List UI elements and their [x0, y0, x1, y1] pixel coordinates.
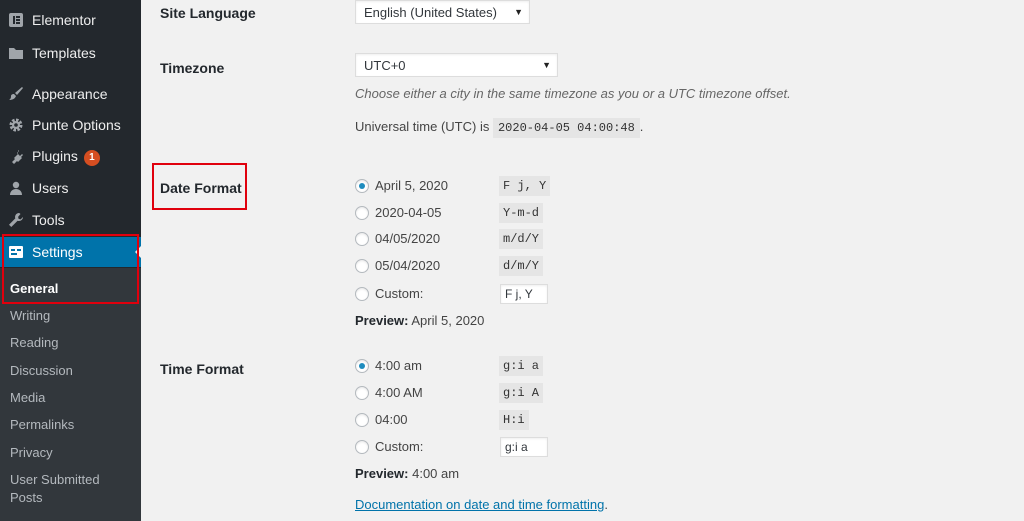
sidebar-item-label: Tools: [32, 212, 65, 228]
time-format-custom-input[interactable]: [500, 437, 548, 457]
date-format-radio-2[interactable]: [355, 206, 369, 220]
time-format-radio-2[interactable]: [355, 386, 369, 400]
time-format-option-label[interactable]: Custom:: [375, 439, 423, 454]
time-format-option-label[interactable]: 4:00 AM: [375, 385, 423, 400]
time-format-code: H:i: [499, 410, 529, 430]
sidebar-item-plugins[interactable]: Plugins 1: [0, 142, 141, 172]
sidebar-item-templates[interactable]: Templates: [0, 38, 141, 68]
date-format-code: d/m/Y: [499, 256, 544, 276]
settings-icon: [8, 244, 24, 260]
active-menu-arrow: [135, 246, 141, 258]
timezone-description: Choose either a city in the same timezon…: [355, 86, 791, 101]
admin-sidebar: Elementor Templates Appearance Punte Opt…: [0, 0, 141, 521]
preview-value: April 5, 2020: [411, 313, 485, 328]
time-format-radio-1[interactable]: [355, 359, 369, 373]
submenu-item-media[interactable]: Media: [10, 390, 45, 405]
submenu-item-general[interactable]: General: [10, 281, 58, 296]
timezone-select[interactable]: UTC+0 ▼: [355, 53, 558, 77]
submenu-item-privacy[interactable]: Privacy: [10, 445, 53, 460]
sidebar-item-label: Users: [32, 180, 69, 196]
date-format-radio-4[interactable]: [355, 259, 369, 273]
sidebar-item-tools[interactable]: Tools: [0, 205, 141, 235]
timezone-label: Timezone: [160, 60, 225, 76]
utc-time-value: 2020-04-05 04:00:48: [492, 118, 640, 138]
submenu-item-discussion[interactable]: Discussion: [10, 363, 73, 378]
user-icon: [8, 180, 24, 196]
update-count-badge: 1: [83, 150, 100, 166]
sidebar-item-label: Elementor: [32, 12, 96, 28]
sidebar-item-label: Punte Options: [32, 117, 121, 133]
timezone-value: UTC+0: [364, 57, 406, 73]
sidebar-item-elementor[interactable]: Elementor: [0, 5, 141, 35]
sidebar-item-appearance[interactable]: Appearance: [0, 79, 141, 109]
date-format-option-label[interactable]: 2020-04-05: [375, 205, 442, 220]
sidebar-item-punte-options[interactable]: Punte Options: [0, 110, 141, 140]
site-language-label: Site Language: [160, 5, 256, 21]
date-format-option-label[interactable]: Custom:: [375, 286, 423, 301]
chevron-down-icon: ▼: [514, 7, 523, 17]
time-format-code: g:i A: [499, 383, 544, 403]
utc-time-prefix: Universal time (UTC) is: [355, 119, 490, 134]
utc-time-suffix: .: [639, 119, 644, 134]
preview-label: Preview:: [355, 466, 409, 481]
submenu-item-reading[interactable]: Reading: [10, 335, 58, 350]
date-format-radio-3[interactable]: [355, 232, 369, 246]
date-format-code: Y-m-d: [499, 203, 544, 223]
sidebar-item-label: Templates: [32, 45, 96, 61]
sidebar-item-users[interactable]: Users: [0, 173, 141, 203]
date-format-code: m/d/Y: [499, 229, 544, 249]
folder-icon: [8, 45, 24, 61]
submenu-item-permalinks[interactable]: Permalinks: [10, 417, 74, 432]
wrench-icon: [8, 212, 24, 228]
chevron-down-icon: ▼: [542, 60, 551, 70]
time-format-preview: Preview: 4:00 am: [355, 466, 459, 481]
date-format-preview: Preview: April 5, 2020: [355, 313, 484, 328]
time-format-code: g:i a: [499, 356, 544, 376]
time-format-label: Time Format: [160, 361, 244, 377]
date-format-radio-custom[interactable]: [355, 287, 369, 301]
submenu-item-writing[interactable]: Writing: [10, 308, 50, 323]
date-format-option-label[interactable]: April 5, 2020: [375, 178, 448, 193]
documentation-link[interactable]: Documentation on date and time formattin…: [355, 497, 604, 512]
elementor-icon: [8, 12, 24, 28]
date-format-radio-1[interactable]: [355, 179, 369, 193]
sidebar-item-settings[interactable]: Settings: [0, 237, 141, 267]
date-format-custom-input[interactable]: [500, 284, 548, 304]
doc-link-suffix: .: [604, 497, 608, 512]
settings-submenu: General Writing Reading Discussion Media…: [0, 268, 141, 521]
doc-link-line: Documentation on date and time formattin…: [355, 497, 608, 512]
sidebar-item-label: Appearance: [32, 86, 108, 102]
time-format-option-label[interactable]: 4:00 am: [375, 358, 422, 373]
date-format-code: F j, Y: [499, 176, 551, 196]
plug-icon: [8, 149, 24, 165]
sidebar-item-label: Plugins: [32, 148, 78, 164]
utc-time-readout: Universal time (UTC) is 2020-04-05 04:00…: [355, 118, 644, 138]
submenu-item-posts[interactable]: Posts: [10, 490, 43, 505]
site-language-value: English (United States): [364, 4, 497, 20]
preview-value: 4:00 am: [412, 466, 460, 481]
preview-label: Preview:: [355, 313, 409, 328]
site-language-select[interactable]: English (United States) ▼: [355, 0, 530, 24]
time-format-radio-custom[interactable]: [355, 440, 369, 454]
gear-icon: [8, 117, 24, 133]
date-format-option-label[interactable]: 05/04/2020: [375, 258, 440, 273]
submenu-item-user-submitted[interactable]: User Submitted: [10, 472, 100, 487]
paintbrush-icon: [8, 86, 24, 102]
sidebar-item-label: Settings: [32, 244, 83, 260]
time-format-radio-3[interactable]: [355, 413, 369, 427]
time-format-option-label[interactable]: 04:00: [375, 412, 408, 427]
date-format-option-label[interactable]: 04/05/2020: [375, 231, 440, 246]
date-format-label: Date Format: [160, 180, 242, 196]
